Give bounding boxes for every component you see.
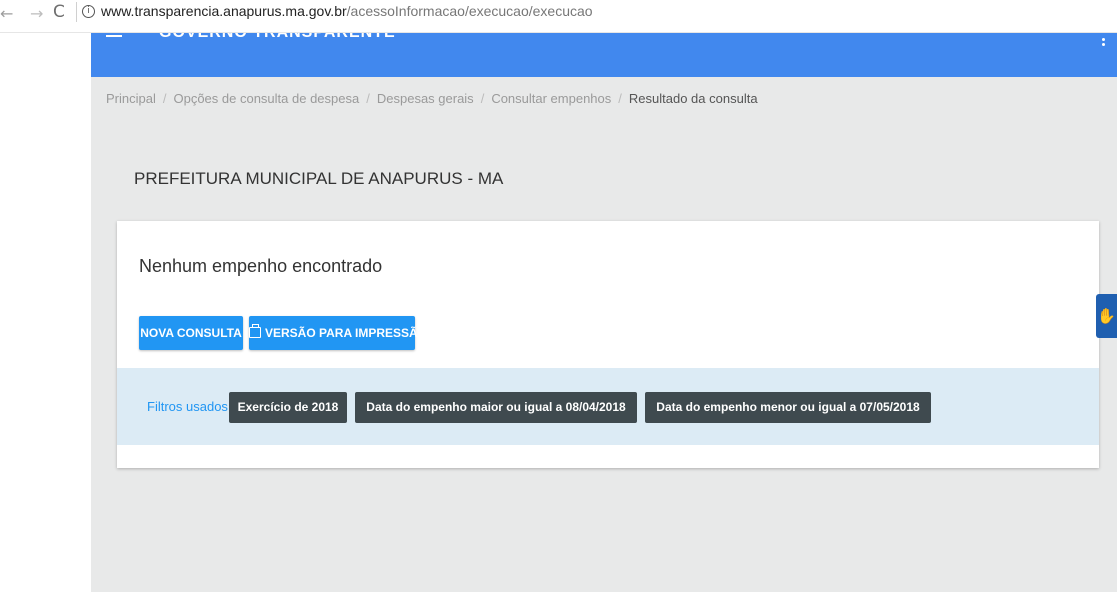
browser-address-bar: ← → C i www.transparencia.anapurus.ma.go… [0,0,1117,33]
breadcrumb-item-despesas-gerais[interactable]: Despesas gerais [377,91,474,106]
breadcrumb-separator: / [162,91,167,106]
app-header: GOVERNO TRANSPARENTE [91,33,1117,77]
sign-language-icon[interactable]: ✋ [1096,294,1117,338]
filters-bar: Filtros usados: Exercício de 2018 Data d… [117,368,1099,445]
more-options-icon[interactable] [1102,38,1105,48]
breadcrumb-separator: / [366,91,370,106]
breadcrumb: Principal / Opções de consulta de despesa /… [106,91,758,106]
breadcrumb-item-resultado: Resultado da consulta [628,91,758,106]
breadcrumb-item-consultar-empenhos[interactable]: Consultar empenhos [491,91,611,106]
page-gutter [0,33,91,592]
print-version-button[interactable]: VERSÃO PARA IMPRESSÃO [249,316,427,350]
result-card: Nenhum empenho encontrado NOVA CONSULTA … [117,221,1099,468]
main-content: Principal / Opções de consulta de despesa /… [91,77,1117,592]
url-host: www.transparencia.anapurus.ma.gov.br [101,3,347,19]
back-arrow-icon[interactable]: ← [0,6,13,22]
print-version-label: VERSÃO PARA IMPRESSÃO [265,326,428,340]
breadcrumb-item-principal[interactable]: Principal [106,91,156,106]
toolbar-divider [76,2,77,22]
filters-label: Filtros usados: [147,399,232,414]
filter-tag-date-from: Data do empenho maior ou igual a 08/04/2… [355,392,637,423]
empty-result-message: Nenhum empenho encontrado [139,256,383,276]
page-title: PREFEITURA MUNICIPAL DE ANAPURUS - MA [134,169,504,188]
printer-icon [249,324,261,338]
breadcrumb-separator: / [618,91,622,106]
forward-arrow-icon[interactable]: → [30,6,43,22]
url-field[interactable]: www.transparencia.anapurus.ma.gov.br/ace… [101,3,593,19]
url-path: /acessoInformacao/execucao/execucao [346,3,593,19]
filter-tag-date-to: Data do empenho menor ou igual a 07/05/2… [645,392,931,423]
filter-tag-year: Exercício de 2018 [229,392,347,423]
breadcrumb-item-opcoes[interactable]: Opções de consulta de despesa [173,91,359,106]
breadcrumb-separator: / [480,91,485,106]
hamburger-menu-icon[interactable] [106,33,122,38]
info-icon[interactable]: i [82,5,95,18]
reload-icon[interactable]: C [53,4,65,21]
app-title: GOVERNO TRANSPARENTE [159,33,396,42]
new-query-button[interactable]: NOVA CONSULTA [139,316,243,350]
